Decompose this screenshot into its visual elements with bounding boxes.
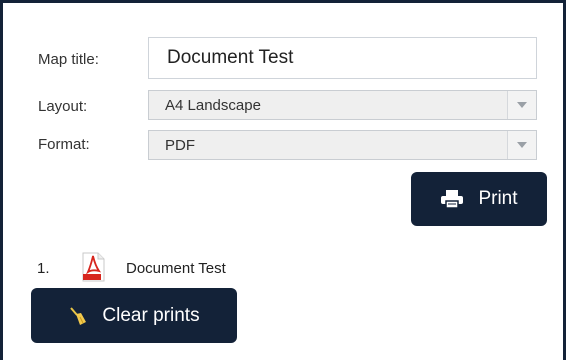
print-result-link[interactable]: Document Test <box>126 260 226 277</box>
clear-prints-label: Clear prints <box>102 304 200 326</box>
layout-label: Layout: <box>38 98 88 115</box>
printer-icon <box>440 189 464 209</box>
format-select[interactable]: PDF <box>148 130 537 160</box>
map-title-label: Map title: <box>38 51 99 68</box>
map-title-input[interactable] <box>148 37 537 79</box>
chevron-down-icon[interactable] <box>507 131 536 159</box>
result-index: 1. <box>37 260 50 277</box>
layout-select[interactable]: A4 Landscape <box>148 90 537 120</box>
broom-icon <box>68 306 88 326</box>
print-button-label: Print <box>478 188 518 209</box>
format-select-value: PDF <box>165 136 195 154</box>
clear-prints-button[interactable]: Clear prints <box>31 288 237 343</box>
layout-select-value: A4 Landscape <box>165 96 261 114</box>
format-label: Format: <box>38 136 90 153</box>
pdf-file-icon[interactable] <box>80 252 106 287</box>
print-button[interactable]: Print <box>411 172 547 226</box>
chevron-down-icon[interactable] <box>507 91 536 119</box>
print-widget-panel: Map title: Layout: A4 Landscape Format: … <box>0 0 566 360</box>
